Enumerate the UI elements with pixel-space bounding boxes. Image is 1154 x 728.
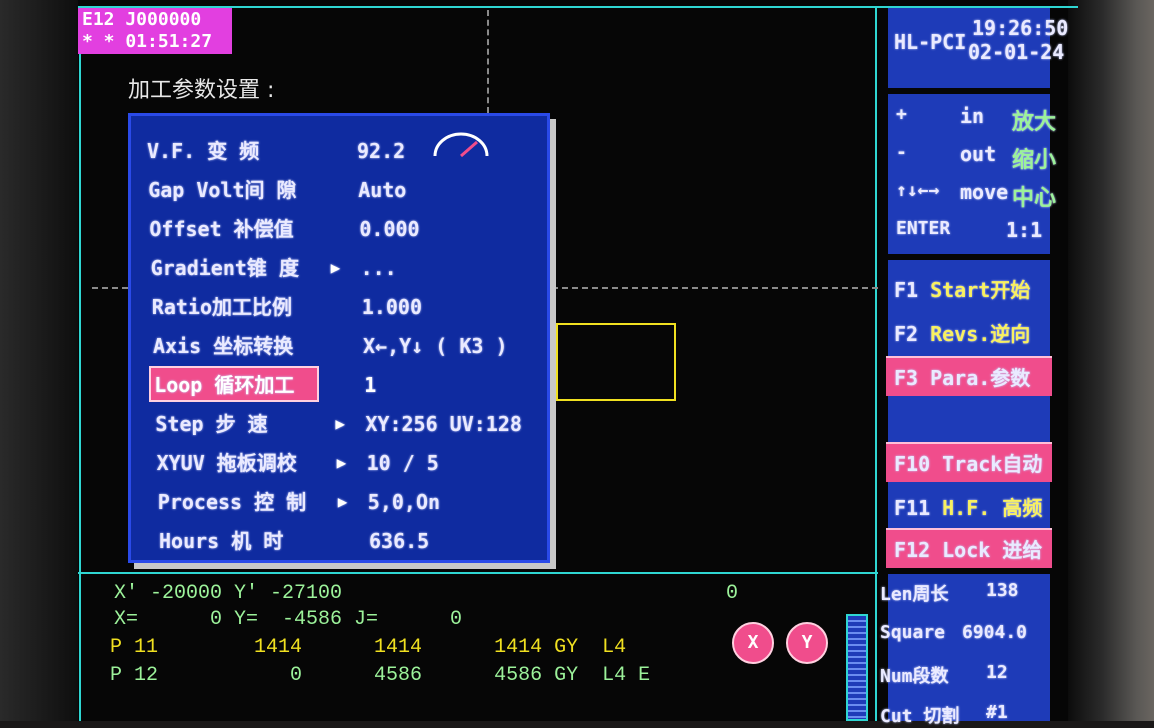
param-value: 636.5 — [369, 529, 430, 553]
crosshair-vertical — [487, 10, 489, 113]
fkey-label: Lock 进给 — [942, 538, 1043, 562]
param-label: Gap Volt间 隙 — [148, 178, 297, 202]
zoom-command[interactable]: in — [960, 104, 984, 128]
stat-label: Len周长 — [880, 584, 949, 605]
param-label: Ratio加工比例 — [151, 295, 293, 319]
parameters-dialog: V.F. 变 频 92.2 Gap Volt间 隙 Auto Offset 补偿值 0.0… — [128, 113, 550, 563]
monitor-bezel-right — [1068, 0, 1154, 721]
param-label: XYUV 拖板调校 — [156, 451, 297, 475]
param-value: X←,Y↓ ( K3 ) — [363, 334, 508, 358]
param-label: Process 控 制 — [157, 490, 307, 514]
status-elapsed-time: * * 01:51:27 — [82, 31, 213, 52]
stat-label: Square — [880, 622, 946, 643]
clock-time: 19:26:50 — [972, 16, 1069, 40]
function-keys-box — [888, 260, 1050, 568]
status-box: E12 J000000 * * 01:51:27 — [78, 8, 232, 54]
stat-label: Cut 切割 — [880, 706, 960, 727]
stat-value: 138 — [986, 580, 1019, 601]
zoom-label: 放大 — [1012, 110, 1057, 135]
param-value: 0.000 — [359, 217, 420, 241]
param-value: 1 — [364, 373, 377, 397]
coord-right-value: 0 — [726, 582, 739, 605]
function-key-f10[interactable]: F10 Track自动 — [894, 448, 1042, 477]
fkey-code: F2 — [894, 322, 919, 346]
machine-coords: X' -20000 Y' -27100 — [114, 582, 343, 605]
zoom-command[interactable]: out — [960, 142, 996, 166]
param-value: XY:256 UV:128 — [365, 412, 522, 436]
param-label: Hours 机 时 — [159, 529, 284, 553]
function-key-f12[interactable]: F12 Lock 进给 — [894, 534, 1042, 563]
param-label: Axis 坐标转换 — [153, 334, 294, 358]
function-key-f11[interactable]: F11 H.F. 高频 — [894, 492, 1042, 521]
fkey-label: Track自动 — [942, 452, 1043, 476]
right-panel: HL-PCI 19:26:50 02-01-24 + in 放大 - out 缩小 ↑↓←→… — [878, 8, 1069, 727]
fkey-code: F11 — [894, 496, 931, 520]
right-panel-border — [875, 8, 877, 721]
fkey-code: F10 — [894, 452, 931, 476]
zoom-key: ENTER — [896, 218, 951, 239]
submenu-arrow-icon: ▶ — [330, 258, 341, 277]
stat-value: 12 — [986, 662, 1008, 683]
fkey-label: Revs.逆向 — [930, 322, 1031, 346]
param-value: 5,0,On — [367, 490, 441, 514]
stat-value: 6904.0 — [962, 622, 1028, 643]
fkey-label: Start开始 — [930, 278, 1031, 302]
progress-ladder — [846, 614, 868, 721]
workpiece-outline — [556, 323, 676, 401]
param-value: 92.2 — [357, 139, 406, 163]
submenu-arrow-icon: ▶ — [336, 453, 347, 472]
param-value: Auto — [358, 178, 407, 202]
system-title: HL-PCI — [894, 30, 967, 54]
param-label: Gradient锥 度 — [150, 256, 299, 280]
zoom-command[interactable]: move — [960, 180, 1008, 204]
vf-dial-icon — [433, 132, 489, 158]
monitor-bezel-left — [0, 0, 78, 721]
zoom-key: - — [896, 142, 907, 163]
x-gauge-icon: X — [732, 622, 774, 664]
submenu-arrow-icon: ▶ — [335, 414, 346, 433]
fkey-label: Para.参数 — [930, 366, 1031, 390]
left-border-line — [79, 6, 81, 721]
program-line-p12: P 12 0 4586 4586 GY L4 E — [110, 664, 651, 687]
function-key-f2[interactable]: F2 Revs.逆向 — [894, 318, 1030, 347]
current-coords: X= 0 Y= -4586 J= 0 — [114, 608, 463, 631]
param-label: Loop 循环加工 — [154, 373, 295, 397]
fkey-code: F1 — [894, 278, 919, 302]
program-line-p11: P 11 1414 1414 1414 GY L4 — [110, 636, 627, 659]
param-label: Offset 补偿值 — [149, 217, 294, 241]
param-value: ... — [360, 256, 397, 280]
stat-label: Num段数 — [880, 666, 949, 687]
param-label: Step 步 速 — [155, 412, 268, 436]
status-code: E12 J000000 — [82, 9, 202, 30]
param-label: V.F. 变 频 — [147, 139, 260, 163]
y-gauge-icon: Y — [786, 622, 828, 664]
param-value: 10 / 5 — [366, 451, 439, 475]
zoom-command[interactable]: 1:1 — [1006, 218, 1042, 242]
fkey-label: H.F. 高频 — [942, 496, 1043, 520]
function-key-f1[interactable]: F1 Start开始 — [894, 274, 1030, 303]
coordinate-panel: X' -20000 Y' -27100 0 X= 0 Y= -4586 J= 0… — [100, 572, 870, 721]
fkey-code: F3 — [894, 366, 919, 390]
clock-date: 02-01-24 — [968, 40, 1065, 64]
fkey-code: F12 — [894, 538, 931, 562]
zoom-label: 缩小 — [1012, 148, 1057, 173]
param-value: 1.000 — [361, 295, 423, 319]
params-title: 加工参数设置 : — [128, 78, 275, 103]
function-key-f3[interactable]: F3 Para.参数 — [894, 362, 1030, 391]
zoom-label: 中心 — [1012, 186, 1057, 211]
stat-value: #1 — [986, 702, 1008, 723]
zoom-key: ↑↓←→ — [896, 180, 940, 201]
submenu-arrow-icon: ▶ — [337, 492, 348, 511]
zoom-key: + — [896, 104, 907, 125]
